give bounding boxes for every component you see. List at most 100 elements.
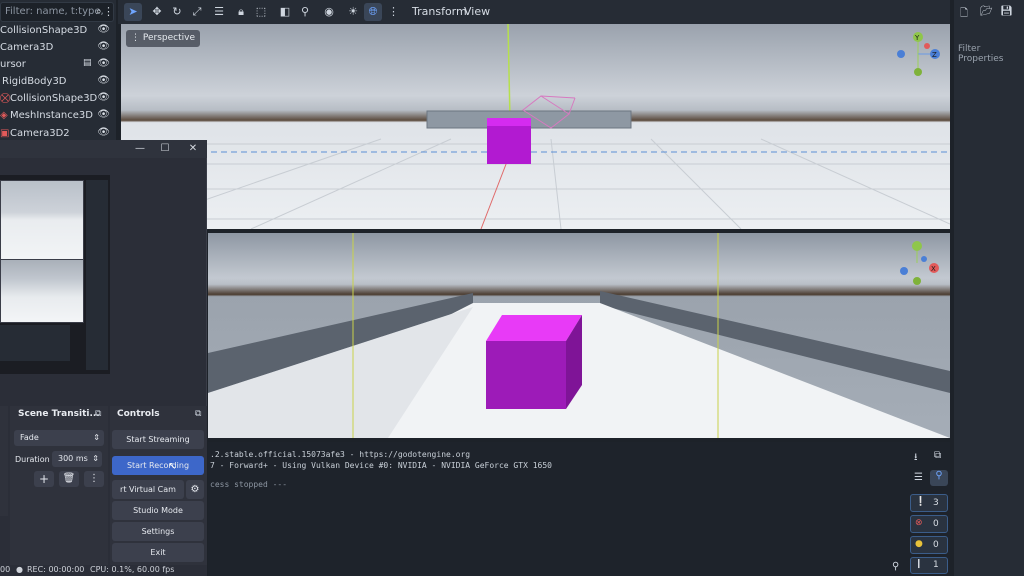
virtual-cam-settings-icon[interactable]: ⚙ bbox=[186, 480, 204, 499]
visibility-eye-icon[interactable]: 👁 bbox=[97, 75, 110, 86]
viewport-camera[interactable]: X bbox=[208, 233, 950, 438]
visibility-eye-icon[interactable]: 👁 bbox=[97, 92, 110, 103]
visibility-eye-icon[interactable]: 👁 bbox=[97, 24, 110, 35]
view-menu[interactable]: View bbox=[464, 5, 490, 18]
record-dot-icon: ● bbox=[16, 565, 23, 574]
obs-preview-camera-view bbox=[0, 259, 84, 323]
exit-button[interactable]: Exit bbox=[112, 543, 204, 562]
start-streaming-button[interactable]: Start Streaming bbox=[112, 430, 204, 449]
svg-text:Y: Y bbox=[914, 34, 920, 42]
lock-icon[interactable]: 🔒︎ bbox=[232, 3, 250, 21]
warning-icon: ● bbox=[915, 539, 923, 549]
axis-gizmo[interactable]: Y Z bbox=[895, 32, 945, 82]
inspector-panel: 🗋 📂︎ 💾︎ Filter Properties bbox=[954, 0, 1024, 576]
obs-preview-output bbox=[0, 325, 70, 361]
tree-item-rigidbody[interactable]: RigidBody3D 👁 bbox=[0, 74, 112, 91]
add-transition-icon[interactable]: + bbox=[34, 471, 54, 487]
camera-icon: ▣ bbox=[0, 128, 10, 139]
filter-output-icon[interactable]: ☰ bbox=[914, 472, 923, 483]
search-output-icon[interactable]: ⚲ bbox=[930, 470, 948, 486]
duration-input[interactable]: 300 ms ⇕ bbox=[52, 451, 102, 467]
visibility-eye-icon[interactable]: 👁 bbox=[97, 109, 110, 120]
tree-item-meshinstance[interactable]: ◈ MeshInstance3D 👁 bbox=[0, 108, 112, 125]
perspective-menu[interactable]: ⋮ Perspective bbox=[126, 30, 200, 47]
obs-preview-sidebar bbox=[86, 180, 108, 370]
visibility-eye-icon[interactable]: 👁 bbox=[97, 127, 110, 138]
perspective-label: Perspective bbox=[142, 33, 195, 43]
rotate-tool-icon[interactable]: ↻ bbox=[168, 3, 186, 21]
tree-item-camera3d[interactable]: Camera3D 👁 bbox=[0, 40, 112, 57]
message-count: 1 bbox=[933, 560, 939, 570]
camera-scene-svg bbox=[208, 233, 950, 438]
move-tool-icon[interactable]: ✥ bbox=[148, 3, 166, 21]
warning-counter[interactable]: ● 0 bbox=[910, 536, 948, 554]
snap-icon[interactable]: ⚲ bbox=[296, 3, 314, 21]
message-counter[interactable]: ❙ 1 bbox=[910, 557, 948, 574]
transition-menu-icon[interactable]: ⋮ bbox=[84, 471, 104, 487]
duration-label: Duration bbox=[15, 455, 50, 464]
close-icon[interactable]: ✕ bbox=[183, 141, 203, 157]
scene-menu-icon[interactable]: ⋮ bbox=[103, 5, 114, 18]
output-line: .2.stable.official.15073afe3 - https://g… bbox=[210, 450, 471, 459]
transition-select[interactable]: Fade ⇕ bbox=[14, 430, 104, 446]
spin-arrows-icon: ⇕ bbox=[93, 433, 100, 442]
warning-count: 0 bbox=[933, 540, 939, 550]
script-icon[interactable]: ▤ bbox=[83, 58, 92, 68]
camera-preview-icon[interactable]: ◉ bbox=[320, 3, 338, 21]
start-recording-button[interactable]: Start Recording bbox=[112, 456, 204, 475]
select-tool-icon[interactable]: ➤ bbox=[124, 3, 142, 21]
tree-item-label: MeshInstance3D bbox=[10, 110, 93, 121]
more-options-icon[interactable]: ⋮ bbox=[388, 5, 399, 18]
remove-transition-icon[interactable]: 🗑︎ bbox=[59, 471, 79, 487]
controls-title: Controls bbox=[117, 409, 160, 419]
save-resource-icon[interactable]: 💾︎ bbox=[1000, 6, 1013, 17]
dock-undock-icon[interactable]: ⧉ bbox=[95, 409, 101, 419]
viewport-toolbar: ➤ ✥ ↻ ⤢ ☰ 🔒︎ ⬚ ◧ ⚲ ◉ ☀ 🌐︎ ⋮ Transform Vi… bbox=[118, 0, 950, 24]
obs-titlebar[interactable] bbox=[0, 140, 207, 158]
visibility-eye-icon[interactable]: 👁 bbox=[97, 58, 110, 69]
transform-menu[interactable]: Transform bbox=[412, 5, 467, 18]
info-counter[interactable]: ❕ 3 bbox=[910, 494, 948, 512]
selectable-list-icon[interactable]: ☰ bbox=[210, 3, 228, 21]
local-space-icon[interactable]: ◧ bbox=[276, 3, 294, 21]
scale-tool-icon[interactable]: ⤢ bbox=[188, 3, 206, 21]
filter-properties-input[interactable]: Filter Properties bbox=[958, 44, 1024, 64]
tree-item-collisionshape-2[interactable]: ⛒ CollisionShape3D 👁 bbox=[0, 91, 112, 108]
message-icon: ❙ bbox=[915, 559, 923, 569]
obs-preview[interactable] bbox=[0, 175, 110, 374]
minimize-icon[interactable]: — bbox=[130, 141, 150, 157]
obs-preview-top-view bbox=[0, 180, 84, 260]
start-virtual-cam-button[interactable]: rt Virtual Cam bbox=[112, 480, 184, 499]
maximize-icon[interactable]: ☐ bbox=[155, 141, 175, 157]
filter-options-icon[interactable]: ⌕ bbox=[96, 6, 102, 17]
viewport-perspective[interactable]: Y Z bbox=[121, 24, 950, 229]
group-icon[interactable]: ⬚ bbox=[252, 3, 270, 21]
tree-item-collisionshape[interactable]: CollisionShape3D 👁 bbox=[0, 23, 112, 40]
settings-button[interactable]: Settings bbox=[112, 522, 204, 541]
sun-preview-icon[interactable]: ☀ bbox=[344, 3, 362, 21]
info-count: 3 bbox=[933, 498, 939, 508]
copy-output-icon[interactable]: ⧉ bbox=[934, 450, 941, 461]
new-resource-icon[interactable]: 🗋 bbox=[960, 6, 968, 23]
collision-shape-icon: ⛒ bbox=[0, 93, 11, 104]
error-icon: ⊗ bbox=[915, 518, 923, 528]
environment-preview-icon[interactable]: 🌐︎ bbox=[364, 3, 382, 21]
transition-value: Fade bbox=[20, 433, 39, 442]
dock-undock-icon[interactable]: ⧉ bbox=[195, 409, 201, 419]
duration-value: 300 ms bbox=[58, 454, 88, 463]
tree-item-label: CollisionShape3D bbox=[0, 25, 88, 36]
transitions-title: Scene Transiti... bbox=[18, 409, 100, 419]
tree-item-cursor[interactable]: ursor ▤ 👁 bbox=[0, 57, 112, 74]
open-resource-icon[interactable]: 📂︎ bbox=[980, 6, 993, 17]
svg-text:Z: Z bbox=[932, 51, 937, 59]
tree-item-label: RigidBody3D bbox=[2, 76, 67, 87]
clear-output-icon[interactable]: ⭳ bbox=[914, 450, 918, 467]
obs-status-bar: 00 ● REC: 00:00:00 CPU: 0.1%, 60.00 fps bbox=[0, 565, 207, 576]
visibility-eye-icon[interactable]: 👁 bbox=[97, 41, 110, 52]
record-time: REC: 00:00:00 bbox=[27, 565, 85, 574]
studio-mode-button[interactable]: Studio Mode bbox=[112, 501, 204, 520]
audio-dock-edge bbox=[0, 406, 8, 516]
axis-gizmo-camera[interactable]: X bbox=[894, 241, 944, 291]
error-counter[interactable]: ⊗ 0 bbox=[910, 515, 948, 533]
output-search-icon[interactable]: ⚲ bbox=[892, 561, 899, 572]
